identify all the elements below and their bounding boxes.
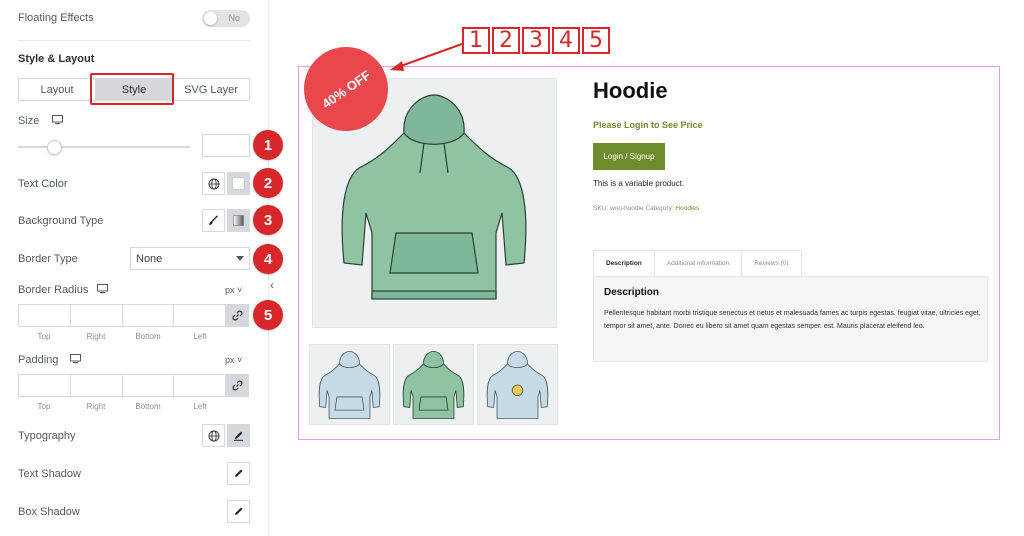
- tab-additional-information[interactable]: Additional information: [654, 250, 743, 276]
- callout-number-row: 1 2 3 4 5: [462, 27, 612, 54]
- description-body: Pellentesque habitant morbi tristique se…: [604, 310, 981, 330]
- callout-number: 2: [492, 27, 520, 54]
- annotation-arrow: [390, 43, 463, 71]
- category-link[interactable]: Hoodies: [675, 205, 699, 212]
- callout-number: 5: [582, 27, 610, 54]
- description-heading: Description: [604, 287, 660, 298]
- callout-number: 4: [552, 27, 580, 54]
- callout-number: 1: [462, 27, 490, 54]
- login-to-see-price: Please Login to See Price: [593, 120, 703, 130]
- tab-reviews[interactable]: Reviews (0): [742, 250, 802, 276]
- product-tabs: Description Additional information Revie…: [593, 250, 802, 276]
- product-meta: SKU: woo-hoodie Category: Hoodies: [593, 205, 699, 212]
- login-signup-button[interactable]: Login / Signup: [593, 143, 665, 170]
- product-title: Hoodie: [593, 78, 668, 103]
- description-panel: Description Pellentesque habitant morbi …: [593, 276, 988, 362]
- sku-text: SKU: woo-hoodie Category:: [593, 205, 674, 212]
- product-short-description: This is a variable product.: [593, 179, 685, 188]
- tab-description[interactable]: Description: [593, 250, 655, 276]
- callout-number: 3: [522, 27, 550, 54]
